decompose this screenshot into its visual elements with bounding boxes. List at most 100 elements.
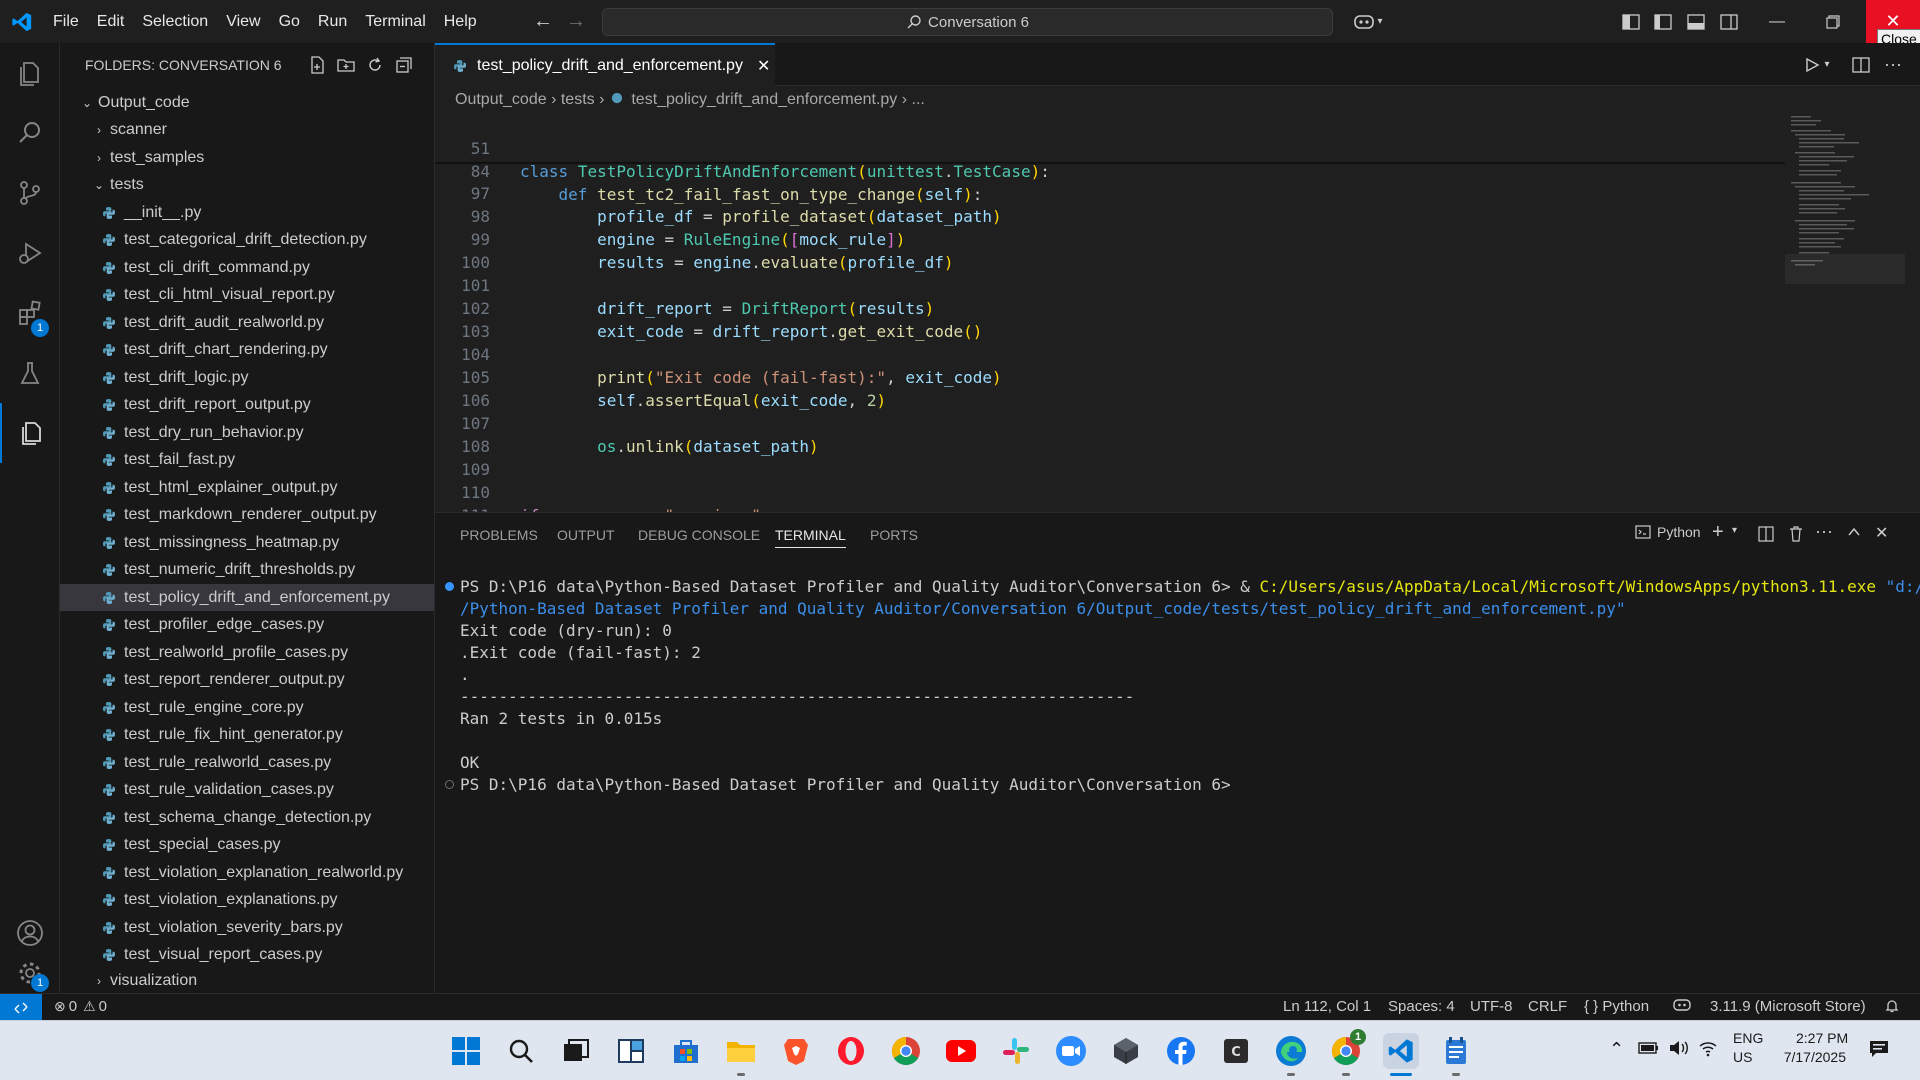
explorer-icon[interactable]: [0, 43, 60, 103]
file-item[interactable]: test_visual_report_cases.py: [60, 942, 434, 969]
copilot-status-icon[interactable]: [1673, 998, 1691, 1016]
cursor-position[interactable]: Ln 112, Col 1: [1283, 998, 1371, 1015]
restore-icon[interactable]: [1818, 0, 1848, 43]
file-item[interactable]: test_policy_drift_and_enforcement.py: [60, 584, 434, 611]
file-item[interactable]: test_fail_fast.py: [60, 447, 434, 474]
file-item[interactable]: test_special_cases.py: [60, 832, 434, 859]
testing-icon[interactable]: [0, 343, 60, 403]
terminal-dropdown-chevron-icon[interactable]: ▾: [1732, 525, 1737, 536]
taskbar-search-icon[interactable]: [503, 1033, 539, 1069]
file-item[interactable]: test_realworld_profile_cases.py: [60, 639, 434, 666]
breadcrumb-root[interactable]: Output_code: [455, 91, 547, 108]
terminal-shell-selector[interactable]: Python: [1635, 524, 1701, 540]
file-item[interactable]: test_drift_chart_rendering.py: [60, 337, 434, 364]
file-item[interactable]: test_drift_logic.py: [60, 364, 434, 391]
file-item[interactable]: test_categorical_drift_detection.py: [60, 227, 434, 254]
manage-gear-icon[interactable]: 1: [0, 948, 60, 998]
file-item[interactable]: test_cli_html_visual_report.py: [60, 282, 434, 309]
minimap[interactable]: [1785, 112, 1905, 512]
folder-scanner[interactable]: › scanner: [60, 116, 434, 143]
tab-terminal[interactable]: TERMINAL: [775, 527, 846, 548]
menu-run[interactable]: Run: [309, 0, 356, 43]
toggle-secondary-sidebar-icon[interactable]: [1718, 0, 1740, 43]
end-of-line[interactable]: CRLF: [1528, 998, 1567, 1015]
file-item[interactable]: test_rule_realworld_cases.py: [60, 749, 434, 776]
file-item[interactable]: test_cli_drift_command.py: [60, 254, 434, 281]
app-cube-icon[interactable]: [1108, 1033, 1144, 1069]
run-debug-icon[interactable]: [0, 223, 60, 283]
new-file-icon[interactable]: [305, 53, 329, 77]
indentation[interactable]: Spaces: 4: [1388, 998, 1455, 1015]
file-explorer-icon[interactable]: [723, 1033, 759, 1069]
file-item[interactable]: test_drift_report_output.py: [60, 392, 434, 419]
task-view-icon[interactable]: [558, 1033, 594, 1069]
file-item[interactable]: test_violation_explanation_realworld.py: [60, 859, 434, 886]
tab-problems[interactable]: PROBLEMS: [460, 527, 538, 543]
terminal-app-icon[interactable]: C: [1218, 1033, 1254, 1069]
file-item[interactable]: test_markdown_renderer_output.py: [60, 502, 434, 529]
brave-browser-icon[interactable]: [778, 1033, 814, 1069]
tab-close-icon[interactable]: ✕: [757, 56, 770, 76]
breadcrumb-folder[interactable]: tests: [561, 91, 595, 108]
encoding[interactable]: UTF-8: [1470, 998, 1513, 1015]
search-icon[interactable]: [0, 103, 60, 163]
collapse-all-icon[interactable]: [392, 53, 416, 77]
edge-browser-icon[interactable]: [1273, 1033, 1309, 1069]
maximize-panel-chevron-up-icon[interactable]: [1847, 525, 1861, 544]
forward-arrow-icon[interactable]: →: [563, 0, 589, 43]
zoom-icon[interactable]: [1053, 1033, 1089, 1069]
file-item[interactable]: test_profiler_edge_cases.py: [60, 612, 434, 639]
folder-output-code[interactable]: ⌄ Output_code: [60, 89, 434, 116]
menu-selection[interactable]: Selection: [133, 0, 217, 43]
menu-view[interactable]: View: [217, 0, 269, 43]
file-item[interactable]: test_dry_run_behavior.py: [60, 419, 434, 446]
volume-icon[interactable]: [1668, 1039, 1690, 1061]
new-terminal-plus-icon[interactable]: +: [1712, 521, 1724, 544]
split-editor-icon[interactable]: [1848, 43, 1874, 86]
language-indicator[interactable]: ENG US: [1733, 1030, 1763, 1065]
file-item[interactable]: __init__.py: [60, 199, 434, 226]
file-item[interactable]: test_rule_fix_hint_generator.py: [60, 722, 434, 749]
tab-test-policy-drift[interactable]: test_policy_drift_and_enforcement.py ✕: [435, 43, 775, 86]
code-editor[interactable]: 51 class TestPolicyDriftAndEnforcement(u…: [435, 112, 1920, 512]
notepad-icon[interactable]: [1438, 1033, 1474, 1069]
source-control-icon[interactable]: [0, 163, 60, 223]
tab-debug-console[interactable]: DEBUG CONSOLE: [638, 527, 760, 543]
facebook-icon[interactable]: [1163, 1033, 1199, 1069]
toggle-sidebar-icon[interactable]: [1652, 0, 1674, 43]
menu-go[interactable]: Go: [270, 0, 309, 43]
back-arrow-icon[interactable]: ←: [530, 0, 556, 43]
language-mode[interactable]: { } Python: [1584, 998, 1649, 1015]
windows-start-icon[interactable]: [448, 1033, 484, 1069]
folder-test-samples[interactable]: › test_samples: [60, 144, 434, 171]
run-python-file-icon[interactable]: ▾: [1797, 43, 1837, 86]
battery-icon[interactable]: [1638, 1041, 1660, 1059]
kill-terminal-trash-icon[interactable]: [1788, 525, 1804, 548]
split-terminal-icon[interactable]: [1758, 526, 1774, 547]
youtube-icon[interactable]: [943, 1033, 979, 1069]
project-manager-icon[interactable]: [0, 403, 60, 463]
toggle-panel-icon[interactable]: [1685, 0, 1707, 43]
more-actions-icon[interactable]: ···: [1880, 43, 1906, 86]
chrome-profile-icon[interactable]: 1: [1328, 1029, 1366, 1069]
refresh-icon[interactable]: [363, 53, 387, 77]
tab-output[interactable]: OUTPUT: [557, 527, 615, 543]
file-item[interactable]: test_violation_severity_bars.py: [60, 914, 434, 941]
file-item[interactable]: test_missingness_heatmap.py: [60, 529, 434, 556]
widgets-icon[interactable]: [613, 1033, 649, 1069]
menu-help[interactable]: Help: [435, 0, 486, 43]
more-actions-icon[interactable]: ···: [1815, 521, 1833, 542]
menu-file[interactable]: File: [44, 0, 88, 43]
customize-layout-icon[interactable]: [1620, 0, 1642, 43]
notifications-bell-icon[interactable]: [1884, 998, 1900, 1018]
file-item[interactable]: test_html_explainer_output.py: [60, 474, 434, 501]
extensions-icon[interactable]: 1: [0, 283, 60, 343]
clock[interactable]: 2:27 PM 7/17/2025: [1784, 1030, 1848, 1065]
command-center-search[interactable]: Conversation 6: [602, 8, 1333, 36]
problems-indicator[interactable]: ⊗ 0 ⚠ 0: [54, 998, 107, 1015]
opera-browser-icon[interactable]: [833, 1033, 869, 1069]
folder-tests[interactable]: ⌄ tests: [60, 171, 434, 198]
file-item[interactable]: test_drift_audit_realworld.py: [60, 309, 434, 336]
minimize-icon[interactable]: —: [1762, 0, 1792, 43]
vscode-taskbar-icon[interactable]: [1383, 1033, 1419, 1069]
